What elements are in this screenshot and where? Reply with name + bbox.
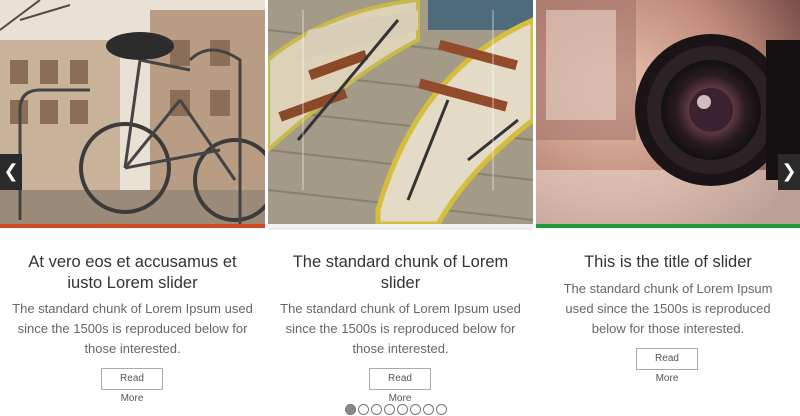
slide-title: This is the title of slider — [584, 253, 752, 271]
pagination-dot[interactable] — [384, 404, 395, 415]
read-more-button[interactable]: Read More — [101, 368, 163, 404]
accent-bar-light — [268, 224, 533, 228]
slide-description: The standard chunk of Lorem Ipsum used s… — [12, 301, 253, 356]
pagination-dot[interactable] — [423, 404, 434, 415]
slide-card-1: At vero eos et accusamus et iusto Lorem … — [0, 0, 265, 404]
slide-description: The standard chunk of Lorem Ipsum used s… — [280, 301, 521, 356]
chevron-right-icon[interactable]: ❯ — [778, 154, 800, 190]
slide-image-camera-lens — [536, 0, 800, 224]
pagination-dot[interactable] — [397, 404, 408, 415]
slide-card-2: The standard chunk of Lorem slider The s… — [268, 0, 533, 404]
read-more-button[interactable]: Read More — [369, 368, 431, 404]
slide-title: The standard chunk of Lorem slider — [292, 253, 509, 292]
read-more-button[interactable]: Read More — [636, 348, 698, 384]
pagination-dot[interactable] — [410, 404, 421, 415]
card-slider: At vero eos et accusamus et iusto Lorem … — [0, 0, 800, 416]
pagination-dot[interactable] — [371, 404, 382, 415]
pagination-dot[interactable] — [358, 404, 369, 415]
pagination-dots — [345, 404, 447, 416]
slide-image-bicycle — [0, 0, 265, 224]
slide-image-rowboats — [268, 0, 533, 224]
accent-bar-red — [0, 224, 265, 228]
pagination-dot[interactable] — [436, 404, 447, 415]
slide-title: At vero eos et accusamus et iusto Lorem … — [28, 253, 237, 292]
slide-card-3: This is the title of slider The standard… — [536, 0, 800, 400]
chevron-left-icon[interactable]: ❮ — [0, 154, 22, 190]
accent-bar-green — [536, 224, 800, 228]
slide-description: The standard chunk of Lorem Ipsum used s… — [563, 281, 773, 336]
pagination-dot[interactable] — [345, 404, 356, 415]
